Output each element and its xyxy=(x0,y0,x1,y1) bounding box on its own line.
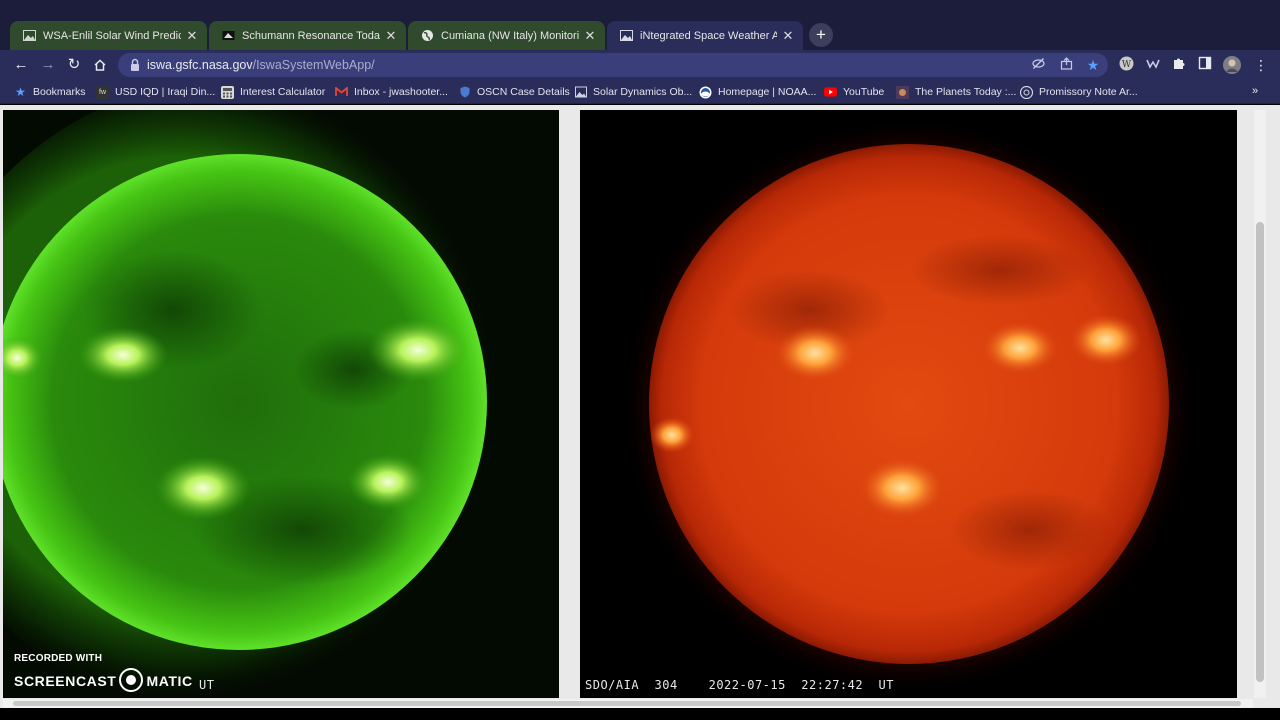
wikipedia-extension-icon[interactable]: W xyxy=(1117,56,1135,74)
watermark-text-b: MATIC xyxy=(146,673,193,689)
side-panel-icon[interactable] xyxy=(1196,56,1214,74)
vertical-scrollbar[interactable] xyxy=(1254,110,1266,698)
extension-icon[interactable] xyxy=(1144,56,1162,74)
close-icon[interactable]: ✕ xyxy=(583,28,597,44)
tab-cumiana[interactable]: Cumiana (NW Italy) Monitoring S ✕ xyxy=(408,21,605,50)
bookmark-item[interactable]: ★ Bookmarks xyxy=(14,84,86,100)
home-icon[interactable] xyxy=(89,54,111,76)
document-icon xyxy=(1020,85,1033,99)
camera-lens-icon xyxy=(119,668,144,692)
shield-icon xyxy=(458,86,471,99)
bookmark-label: Bookmarks xyxy=(33,86,86,98)
image-icon xyxy=(574,86,587,99)
bookmarks-bar: ★ Bookmarks fw USD IQD | Iraqi Din... In… xyxy=(0,80,1280,104)
watermark-line1: RECORDED WITH xyxy=(14,653,103,664)
bookmark-item[interactable]: Interest Calculator xyxy=(221,84,325,100)
close-icon[interactable]: ✕ xyxy=(185,28,199,44)
tab-wsa-enlil[interactable]: WSA-Enlil Solar Wind Prediction ✕ xyxy=(10,21,207,50)
tracking-off-icon[interactable] xyxy=(1030,57,1046,73)
bookmark-item[interactable]: The Planets Today :... xyxy=(896,84,1016,100)
logo-icon: fw xyxy=(96,85,109,99)
bookmark-label: YouTube xyxy=(843,86,885,98)
bookmark-label: Interest Calculator xyxy=(240,86,326,98)
bookmark-item[interactable]: Inbox - jwashooter... xyxy=(335,84,448,100)
bookmark-item[interactable]: Solar Dynamics Ob... xyxy=(574,84,692,100)
noaa-icon xyxy=(699,86,712,99)
url-host: iswa.gsfc.nasa.gov xyxy=(147,58,253,72)
scrollbar-thumb[interactable] xyxy=(13,701,1241,706)
sun-image-red: SDO/AIA 304 2022-07-15 22:27:42 UT xyxy=(580,110,1237,698)
bookmark-label: OSCN Case Details xyxy=(477,86,570,98)
image-icon xyxy=(619,29,633,43)
star-icon: ★ xyxy=(15,85,26,99)
toolbar: ← → ↻ iswa.gsfc.nasa.gov/IswaSystemWebAp… xyxy=(0,50,1280,80)
url-text: iswa.gsfc.nasa.gov/IswaSystemWebApp/ xyxy=(147,58,375,72)
bookmark-item[interactable]: YouTube xyxy=(824,84,884,100)
page-content: UT SDO/AIA 304 2022-07-15 22:27:42 UT xyxy=(0,105,1280,720)
globe-icon xyxy=(420,29,434,43)
bookmarks-overflow-icon[interactable]: » xyxy=(1252,85,1258,97)
image-caption-right: SDO/AIA 304 2022-07-15 22:27:42 UT xyxy=(585,678,894,692)
horizontal-scrollbar[interactable] xyxy=(3,699,1253,708)
close-icon[interactable]: ✕ xyxy=(384,28,398,44)
bookmark-label: The Planets Today :... xyxy=(915,86,1017,98)
bookmark-item[interactable]: Promissory Note Ar... xyxy=(1020,84,1138,100)
bookmark-star-icon[interactable]: ★ xyxy=(1085,57,1101,73)
bookmark-label: Inbox - jwashooter... xyxy=(354,86,448,98)
svg-text:W: W xyxy=(1121,60,1131,70)
window-bottom-edge xyxy=(0,708,1280,720)
gmail-icon xyxy=(335,86,348,99)
url-path: /IswaSystemWebApp/ xyxy=(252,58,375,72)
bookmark-item[interactable]: Homepage | NOAA... xyxy=(699,84,816,100)
menu-kebab-icon[interactable]: ⋮ xyxy=(1252,56,1270,74)
tab-iswa[interactable]: iNtegrated Space Weather Analy ✕ xyxy=(607,21,803,50)
sun-image-green: UT xyxy=(3,110,559,698)
bookmark-item[interactable]: fw USD IQD | Iraqi Din... xyxy=(96,84,215,100)
tab-title: Schumann Resonance Today ⚡ xyxy=(242,30,380,42)
youtube-icon xyxy=(824,86,837,99)
tab-title: Cumiana (NW Italy) Monitoring S xyxy=(441,29,579,42)
close-icon[interactable]: ✕ xyxy=(781,28,795,44)
scrollbar-thumb[interactable] xyxy=(1256,222,1264,682)
image-icon xyxy=(22,29,36,43)
bookmark-label: Solar Dynamics Ob... xyxy=(593,86,693,98)
tab-schumann[interactable]: Schumann Resonance Today ⚡ ✕ xyxy=(209,21,406,50)
share-icon[interactable] xyxy=(1058,57,1074,73)
avatar[interactable] xyxy=(1223,56,1241,74)
bookmark-label: Homepage | NOAA... xyxy=(718,86,817,98)
tab-title: WSA-Enlil Solar Wind Prediction xyxy=(43,29,181,42)
tab-strip: WSA-Enlil Solar Wind Prediction ✕ Schuma… xyxy=(0,0,1280,50)
tab-title: iNtegrated Space Weather Analy xyxy=(640,29,777,42)
bookmark-label: USD IQD | Iraqi Din... xyxy=(115,86,216,98)
bookmark-label: Promissory Note Ar... xyxy=(1039,86,1138,98)
image-icon xyxy=(221,29,235,43)
planet-icon xyxy=(896,85,909,99)
new-tab-button[interactable]: + xyxy=(809,23,833,47)
watermark-text-a: SCREENCAST xyxy=(14,673,117,689)
puzzle-icon[interactable] xyxy=(1170,56,1188,74)
forward-arrow-icon[interactable]: → xyxy=(37,54,59,76)
back-arrow-icon[interactable]: ← xyxy=(10,54,32,76)
image-caption-left: UT xyxy=(199,678,215,692)
reload-icon[interactable]: ↻ xyxy=(63,54,85,76)
address-bar[interactable]: iswa.gsfc.nasa.gov/IswaSystemWebApp/ ★ xyxy=(118,53,1108,77)
bookmark-item[interactable]: OSCN Case Details xyxy=(458,84,570,100)
screencast-watermark: RECORDED WITH SCREENCAST MATIC xyxy=(14,653,193,693)
lock-icon xyxy=(131,58,139,71)
calculator-icon xyxy=(221,85,234,99)
watermark-line2: SCREENCAST MATIC xyxy=(14,668,193,693)
